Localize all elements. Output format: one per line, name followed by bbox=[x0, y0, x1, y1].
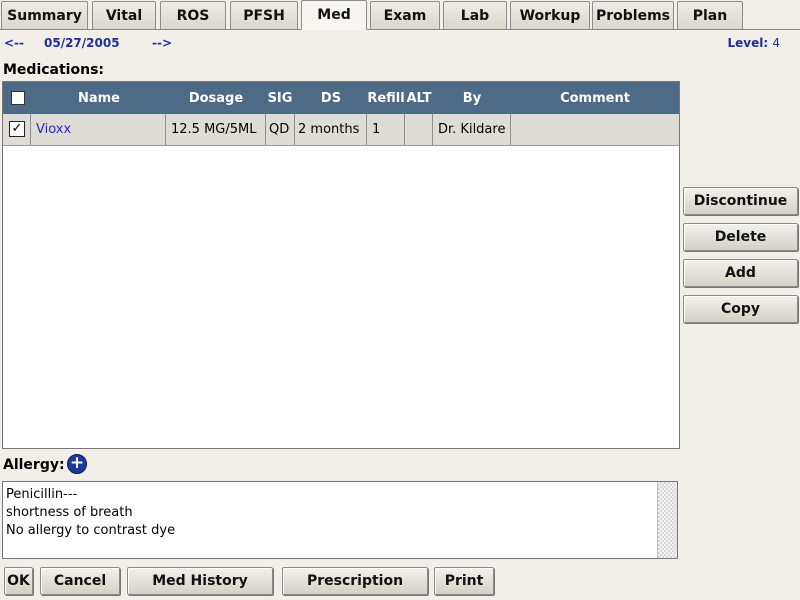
tab-ros[interactable]: ROS bbox=[160, 1, 226, 29]
level-label: Level: bbox=[727, 36, 769, 50]
column-header-by[interactable]: By bbox=[433, 82, 511, 114]
ds-cell: 2 months bbox=[295, 114, 367, 145]
print-button[interactable]: Print bbox=[434, 567, 494, 595]
alt-cell bbox=[405, 114, 433, 145]
ok-button[interactable]: OK bbox=[4, 567, 33, 595]
dosage-cell: 12.5 MG/5ML bbox=[166, 114, 266, 145]
prescription-button[interactable]: Prescription bbox=[282, 567, 428, 595]
allergy-text: Penicillin--- shortness of breath No all… bbox=[6, 486, 656, 540]
tab-exam[interactable]: Exam bbox=[370, 1, 440, 29]
cancel-button[interactable]: Cancel bbox=[40, 567, 120, 595]
allergy-line: No allergy to contrast dye bbox=[6, 523, 176, 538]
tab-workup[interactable]: Workup bbox=[510, 1, 590, 29]
medications-title: Medications: bbox=[3, 62, 105, 78]
prev-date-link[interactable]: <-- bbox=[4, 36, 24, 50]
tab-vital[interactable]: Vital bbox=[92, 1, 156, 29]
table-row[interactable]: ✓ Vioxx 12.5 MG/5ML QD 2 months 1 Dr. Ki… bbox=[3, 114, 679, 146]
copy-button[interactable]: Copy bbox=[683, 295, 798, 323]
column-header-sig[interactable]: SIG bbox=[266, 82, 294, 114]
tab-summary[interactable]: Summary bbox=[1, 1, 88, 29]
allergy-line: shortness of breath bbox=[6, 505, 133, 520]
column-header-comment[interactable]: Comment bbox=[511, 82, 679, 114]
next-date-link[interactable]: --> bbox=[152, 36, 172, 50]
discontinue-button[interactable]: Discontinue bbox=[683, 187, 798, 215]
add-allergy-plus-icon[interactable]: + bbox=[67, 454, 87, 474]
table-header: Name Dosage SIG DS Refill ALT By Comment bbox=[3, 82, 679, 114]
allergy-line: Penicillin--- bbox=[6, 487, 78, 502]
current-date: 05/27/2005 bbox=[44, 36, 120, 50]
delete-button[interactable]: Delete bbox=[683, 223, 798, 251]
select-all-checkbox[interactable] bbox=[11, 91, 25, 105]
tab-lab[interactable]: Lab bbox=[443, 1, 507, 29]
allergy-textarea[interactable]: Penicillin--- shortness of breath No all… bbox=[2, 481, 678, 559]
row-checkbox[interactable]: ✓ bbox=[9, 121, 25, 137]
refill-cell: 1 bbox=[367, 114, 405, 145]
comment-cell bbox=[511, 114, 679, 145]
tab-problems[interactable]: Problems bbox=[592, 1, 674, 29]
allergy-scrollbar[interactable] bbox=[657, 482, 677, 558]
add-button[interactable]: Add bbox=[683, 259, 798, 287]
level-value: 4 bbox=[772, 36, 780, 50]
column-header-dosage[interactable]: Dosage bbox=[166, 82, 266, 114]
row-check-cell: ✓ bbox=[3, 114, 31, 145]
tab-med[interactable]: Med bbox=[301, 0, 367, 30]
tab-plan[interactable]: Plan bbox=[677, 1, 743, 29]
prescriber-cell: Dr. Kildare bbox=[433, 114, 511, 145]
column-header-refill[interactable]: Refill bbox=[367, 82, 405, 114]
tab-bar: Summary Vital ROS PFSH Med Exam Lab Work… bbox=[0, 0, 800, 30]
column-header-ds[interactable]: DS bbox=[295, 82, 367, 114]
medications-table: Name Dosage SIG DS Refill ALT By Comment… bbox=[2, 81, 680, 449]
medication-name-link[interactable]: Vioxx bbox=[31, 114, 166, 145]
allergy-title: Allergy: bbox=[3, 457, 65, 473]
level-indicator: Level: 4 bbox=[728, 36, 781, 50]
med-history-button[interactable]: Med History bbox=[127, 567, 273, 595]
column-header-name[interactable]: Name bbox=[33, 82, 165, 114]
tab-pfsh[interactable]: PFSH bbox=[230, 1, 298, 29]
sig-cell: QD bbox=[266, 114, 295, 145]
column-header-alt[interactable]: ALT bbox=[405, 82, 433, 114]
